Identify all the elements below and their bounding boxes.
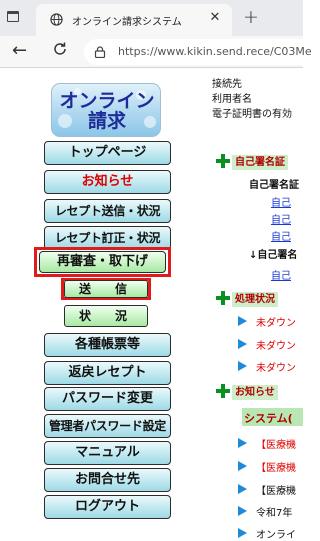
menu-contact-button[interactable]: お問合せ先 — [44, 468, 171, 492]
tab-close-icon[interactable]: ✕ — [206, 9, 224, 27]
menu-receipt-send-button[interactable]: レセプト送信・状況 — [44, 199, 171, 223]
cert-link[interactable]: 自己 — [271, 228, 291, 243]
arrow-icon — [238, 339, 247, 349]
certificate-validity-label: 電子証明書の有効 — [212, 109, 292, 120]
globe-icon — [50, 13, 63, 26]
system-notice-label: システム( — [244, 412, 293, 425]
new-tab-button[interactable]: + — [241, 8, 261, 28]
menu-logout-button[interactable]: ログアウト — [44, 495, 171, 519]
arrow-icon — [238, 316, 247, 326]
connection-label: 接続先 — [212, 79, 242, 90]
arrow-icon — [238, 506, 247, 516]
notice-item-link[interactable]: 【医療機 — [256, 436, 296, 451]
address-bar: ← https://www.kikin.send.rece/C03Me — [0, 36, 314, 68]
menu-returned-receipts-button[interactable]: 返戻レセプト — [44, 361, 171, 385]
status-item-link[interactable]: 未ダウン — [256, 337, 296, 352]
lock-icon[interactable] — [94, 46, 106, 58]
menu-admin-password-button[interactable]: 管理者パスワード設定 — [44, 414, 171, 438]
cert-bold-label: 自己署名証 — [249, 180, 299, 191]
notice-item-link[interactable]: 令和7年 — [256, 504, 292, 519]
status-item-link[interactable]: 未ダウン — [256, 314, 296, 329]
cert-link[interactable]: 自己 — [271, 211, 291, 226]
plus-icon — [216, 384, 230, 398]
submenu-send-button[interactable]: 送 信 — [64, 280, 148, 298]
arrow-icon — [238, 528, 247, 538]
notice-item-link[interactable]: 【医療機 — [256, 482, 296, 497]
menu-forms-button[interactable]: 各種帳票等 — [44, 333, 171, 357]
reload-icon[interactable] — [52, 41, 68, 57]
menu-top-page-button[interactable]: トップページ — [44, 141, 171, 165]
status-item-link[interactable]: 未ダウン — [256, 359, 296, 374]
tab-title: オンライン請求システム — [72, 17, 182, 28]
main-content: 接続先 利用者名 電子証明書の有効 自己署名証 自己署名証 自己 自己 自己 ↓… — [212, 69, 303, 541]
notice-item-link[interactable]: オンライ — [256, 526, 296, 541]
notice-item-link[interactable]: 【医療機 — [256, 459, 296, 474]
menu-notices-button[interactable]: お知らせ — [44, 170, 171, 194]
cert-bold-label: ↓自己署名 — [249, 250, 298, 261]
submenu-status-button[interactable]: 状 況 — [64, 305, 148, 327]
browser-tab[interactable]: オンライン請求システム ✕ — [36, 4, 232, 36]
plus-icon — [216, 291, 230, 305]
window-menu-icon[interactable] — [7, 11, 19, 22]
url-text: https://www.kikin.send.rece/C03Me — [118, 45, 312, 58]
menu-manual-button[interactable]: マニュアル — [44, 441, 171, 465]
arrow-icon — [238, 438, 247, 448]
logo-text: オンライン 請求 — [59, 90, 155, 132]
arrow-icon — [238, 461, 247, 471]
arrow-icon — [238, 361, 247, 371]
menu-re-exam-withdraw-button[interactable]: 再審査・取下げ — [39, 251, 166, 273]
plus-icon — [216, 154, 230, 168]
arrow-icon — [238, 484, 247, 494]
page-content: オンライン 請求 トップページ お知らせ レセプト送信・状況 レセプト訂正・状況… — [0, 69, 303, 541]
back-button[interactable]: ← — [12, 40, 27, 61]
menu-change-password-button[interactable]: パスワード変更 — [44, 387, 171, 411]
cert-link[interactable]: 自己 — [271, 267, 291, 282]
cert-link[interactable]: 自己 — [271, 194, 291, 209]
browser-tab-bar: オンライン請求システム ✕ + — [0, 0, 303, 36]
online-claims-logo: オンライン 請求 — [51, 83, 161, 137]
url-field[interactable]: https://www.kikin.send.rece/C03Me — [84, 39, 314, 65]
user-name-label: 利用者名 — [212, 94, 252, 105]
